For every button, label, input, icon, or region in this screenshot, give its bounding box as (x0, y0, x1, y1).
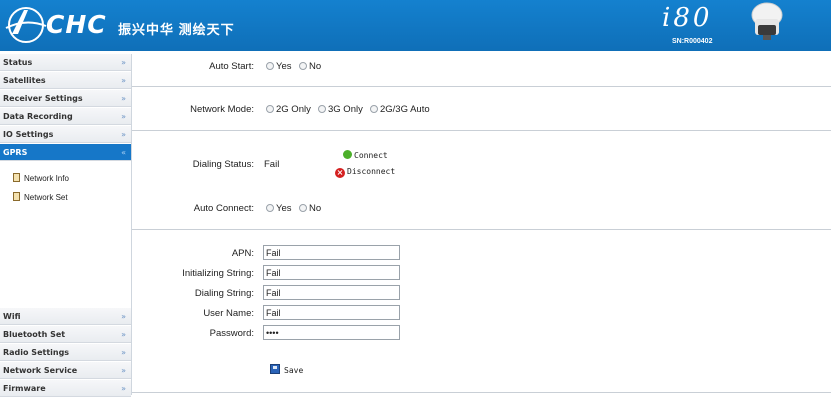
sidebar-item-firmware[interactable]: Firmware » (0, 380, 131, 397)
chevron-down-icon: » (121, 130, 126, 139)
chevron-down-icon: » (121, 366, 126, 375)
chevron-down-icon: » (121, 76, 126, 85)
network-mode-label: Network Mode: (190, 104, 254, 115)
option-label: 2G/3G Auto (380, 104, 430, 115)
auto-start-label: Auto Start: (209, 61, 254, 72)
sidebar-item-label: Wifi (3, 312, 21, 321)
save-label: Save (284, 366, 304, 375)
section-divider (132, 392, 831, 393)
model-name: i80 (662, 3, 713, 33)
disconnect-button[interactable]: × Disconnect (335, 167, 395, 178)
user-name-input[interactable] (263, 305, 400, 320)
option-label: No (309, 203, 322, 214)
user-name-label: User Name: (203, 308, 254, 319)
dialing-string-label: Dialing String: (194, 288, 254, 299)
section-divider (132, 130, 831, 131)
apn-input[interactable] (263, 245, 400, 260)
chevron-up-icon: « (121, 148, 126, 157)
connect-label: Connect (354, 151, 388, 160)
document-icon (13, 173, 20, 182)
sidebar-item-label: Satellites (3, 76, 46, 85)
radio-button[interactable] (266, 62, 274, 70)
sidebar-item-wifi[interactable]: Wifi » (0, 308, 131, 325)
sidebar-subitem-network-set[interactable]: Network Set (13, 191, 68, 204)
init-string-input[interactable] (263, 265, 400, 280)
sidebar-item-status[interactable]: Status » (0, 54, 131, 71)
auto-start-no-option[interactable]: No (299, 61, 321, 72)
password-label: Password: (209, 328, 254, 339)
sidebar-item-data-recording[interactable]: Data Recording » (0, 108, 131, 125)
sidebar-item-satellites[interactable]: Satellites » (0, 72, 131, 89)
auto-connect-no-option[interactable]: No (299, 203, 321, 214)
receiver-device-icon (751, 2, 783, 40)
option-label: Yes (276, 203, 292, 214)
option-label: No (309, 61, 322, 72)
dialing-status-value: Fail (264, 159, 280, 170)
dialing-string-input[interactable] (263, 285, 400, 300)
sidebar-item-label: IO Settings (3, 130, 54, 139)
sidebar-item-label: Firmware (3, 384, 46, 393)
radio-button[interactable] (299, 62, 307, 70)
auto-connect-label: Auto Connect: (193, 203, 254, 214)
option-label: 3G Only (328, 104, 363, 115)
section-divider (132, 86, 831, 87)
sidebar-item-bluetooth-set[interactable]: Bluetooth Set » (0, 326, 131, 343)
init-string-label: Initializing String: (182, 268, 254, 279)
document-icon (13, 192, 20, 201)
chevron-down-icon: » (121, 348, 126, 357)
logo-text: CHC (46, 10, 107, 39)
section-divider (132, 229, 831, 230)
disconnect-icon: × (335, 168, 345, 178)
radio-button[interactable] (266, 105, 274, 113)
sidebar-item-network-service[interactable]: Network Service » (0, 362, 131, 379)
sidebar-item-label: Receiver Settings (3, 94, 83, 103)
chevron-down-icon: » (121, 58, 126, 67)
header-bar: CHC 振兴中华 测绘天下 i80 SN:R000402 (0, 0, 831, 51)
network-mode-2g-option[interactable]: 2G Only (266, 104, 311, 115)
radio-button[interactable] (299, 204, 307, 212)
sidebar-subitem-network-info[interactable]: Network Info (13, 172, 69, 185)
sidebar-item-label: Status (3, 58, 33, 67)
apn-label: APN: (231, 248, 254, 259)
auto-start-yes-option[interactable]: Yes (266, 61, 292, 72)
sidebar-item-label: GPRS (3, 148, 28, 157)
option-label: Yes (276, 61, 292, 72)
sidebar-item-receiver-settings[interactable]: Receiver Settings » (0, 90, 131, 107)
connect-button[interactable]: Connect (343, 150, 388, 160)
auto-connect-yes-option[interactable]: Yes (266, 203, 292, 214)
serial-number: SN:R000402 (672, 38, 713, 45)
chevron-down-icon: » (121, 384, 126, 393)
sidebar-item-gprs[interactable]: GPRS « (0, 144, 131, 161)
radio-button[interactable] (318, 105, 326, 113)
chc-logo-icon (5, 7, 47, 43)
save-icon (270, 364, 280, 374)
sidebar-subitem-label: Network Set (24, 193, 68, 202)
sidebar-item-label: Radio Settings (3, 348, 70, 357)
network-mode-3g-option[interactable]: 3G Only (318, 104, 363, 115)
chevron-down-icon: » (121, 330, 126, 339)
slogan: 振兴中华 测绘天下 (118, 22, 235, 37)
sidebar-subitem-label: Network Info (24, 174, 69, 183)
password-input[interactable] (263, 325, 400, 340)
sidebar-item-label: Bluetooth Set (3, 330, 66, 339)
chevron-down-icon: » (121, 312, 126, 321)
sidebar-item-radio-settings[interactable]: Radio Settings » (0, 344, 131, 361)
chevron-down-icon: » (121, 94, 126, 103)
radio-button[interactable] (266, 204, 274, 212)
sidebar-item-io-settings[interactable]: IO Settings » (0, 126, 131, 143)
chevron-down-icon: » (121, 112, 126, 121)
radio-button[interactable] (370, 105, 378, 113)
disconnect-label: Disconnect (347, 167, 396, 176)
network-mode-auto-option[interactable]: 2G/3G Auto (370, 104, 430, 115)
connect-icon (343, 150, 352, 159)
option-label: 2G Only (276, 104, 311, 115)
dialing-status-label: Dialing Status: (192, 159, 254, 170)
sidebar-item-label: Network Service (3, 366, 78, 375)
save-button[interactable]: Save (270, 364, 303, 375)
sidebar-item-label: Data Recording (3, 112, 73, 121)
